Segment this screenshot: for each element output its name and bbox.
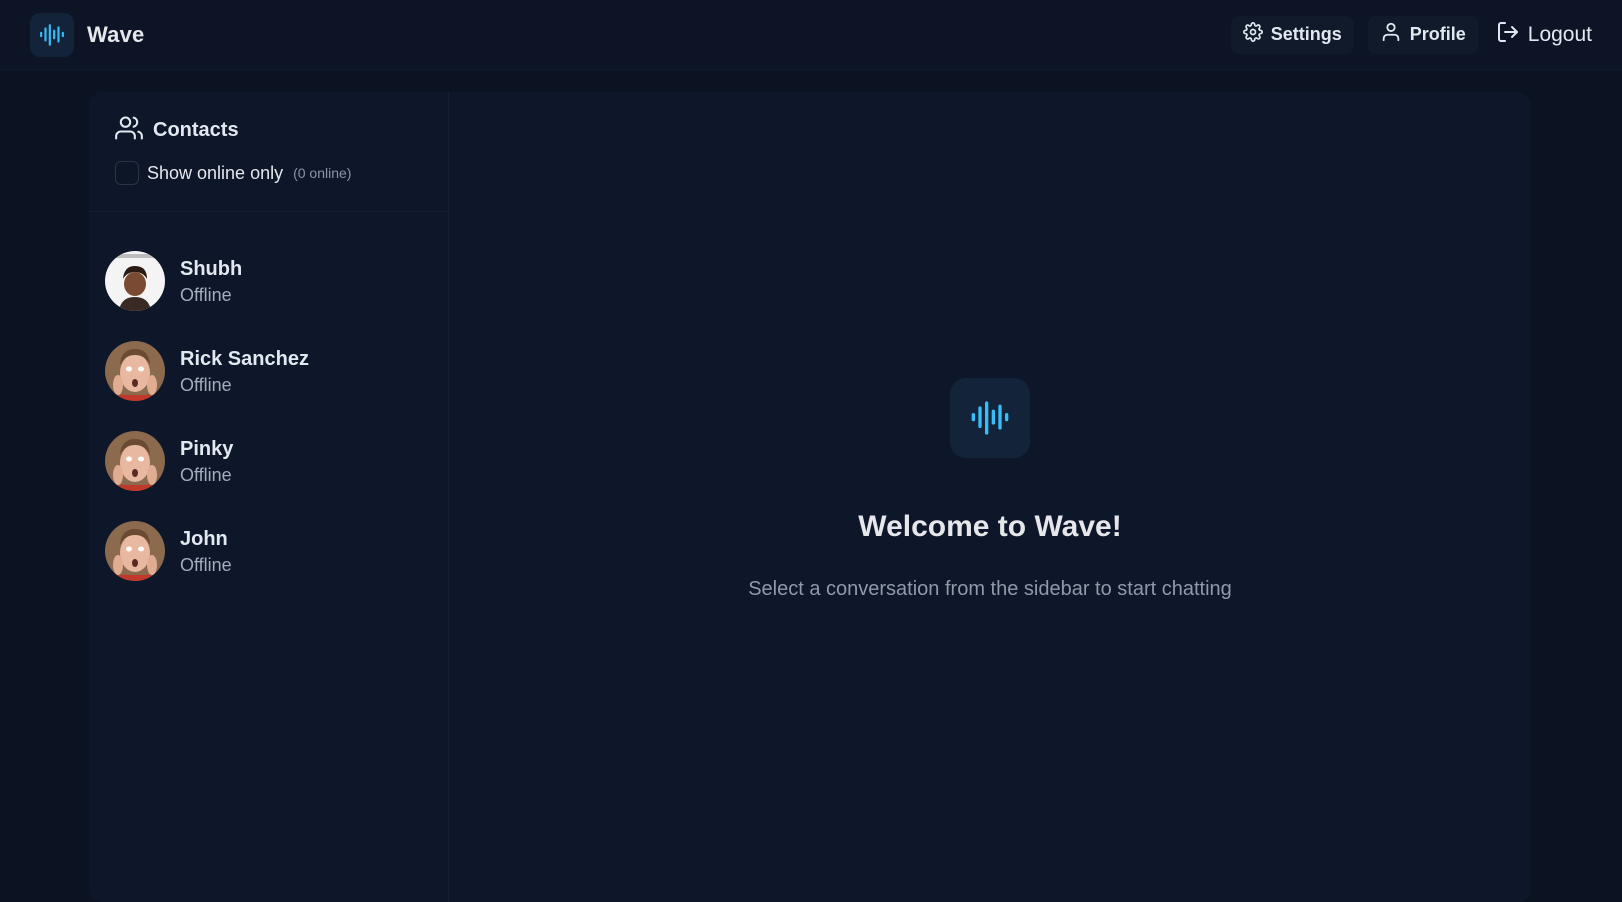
contact-name: Rick Sanchez [180,347,309,370]
contact-status: Offline [180,554,232,575]
profile-label: Profile [1409,24,1466,44]
logout-label: Logout [1527,22,1592,46]
gear-icon [1242,22,1263,47]
top-navbar: Wave Settings Profile Logout [0,0,1622,70]
contact-status: Offline [180,284,232,305]
user-icon [1380,21,1402,48]
brand[interactable]: Wave [30,12,145,57]
wave-logo-icon [30,12,74,57]
profile-button[interactable]: Profile [1367,15,1478,54]
online-count: (0 online) [293,165,352,181]
contact-info: Shubh Offline [180,256,242,307]
users-icon [115,114,143,147]
avatar [105,251,165,311]
sidebar-header: Contacts Show online only (0 online) [89,92,448,212]
contact-status: Offline [180,374,232,395]
contact-item[interactable]: Pinky Offline [89,416,448,506]
logout-icon [1496,20,1520,50]
contact-item[interactable]: John Offline [89,506,448,596]
wave-icon [950,378,1030,458]
contact-name: Pinky [180,437,234,460]
avatar [105,341,165,401]
welcome-panel: Welcome to Wave! Select a conversation f… [449,378,1531,601]
contacts-heading: Contacts [115,114,422,147]
app-name: Wave [87,21,145,47]
show-online-label[interactable]: Show online only [147,163,283,184]
online-filter: Show online only (0 online) [115,161,422,185]
welcome-title: Welcome to Wave! [858,510,1122,543]
settings-button[interactable]: Settings [1230,15,1354,54]
nav-actions: Settings Profile Logout [1230,15,1592,54]
contacts-sidebar: Contacts Show online only (0 online) Shu… [89,92,449,902]
contact-name: John [180,527,228,550]
welcome-subtitle: Select a conversation from the sidebar t… [748,578,1232,600]
contact-item[interactable]: Shubh Offline [89,236,448,326]
contacts-title: Contacts [153,119,239,141]
logout-button[interactable]: Logout [1492,16,1592,54]
contact-info: Pinky Offline [180,436,233,487]
contact-status: Offline [180,464,232,485]
contact-item[interactable]: Rick Sanchez Offline [89,326,448,416]
contact-info: Rick Sanchez Offline [180,346,309,397]
chat-area: Welcome to Wave! Select a conversation f… [449,92,1531,902]
chat-container: Contacts Show online only (0 online) Shu… [89,92,1531,902]
avatar [105,521,165,581]
contact-list: Shubh Offline Rick Sanchez Offline Pinky… [89,212,448,596]
avatar [105,431,165,491]
contact-info: John Offline [180,526,232,577]
settings-label: Settings [1270,24,1342,44]
show-online-checkbox[interactable] [115,161,139,185]
contact-name: Shubh [180,257,243,280]
